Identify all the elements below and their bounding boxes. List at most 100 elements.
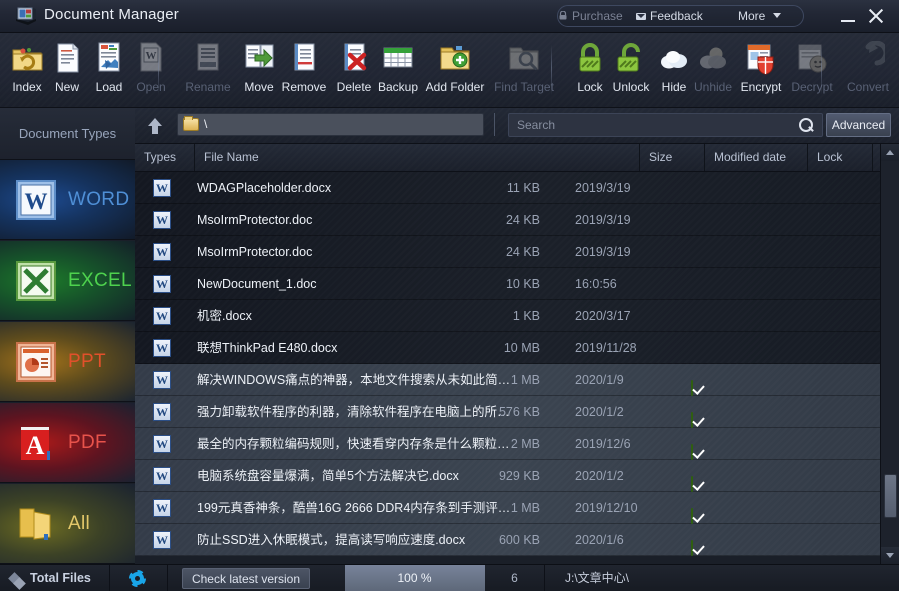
file-size-cell: 1 MB: [465, 364, 540, 396]
gear-icon[interactable]: [129, 570, 146, 587]
toolbar-separator: [158, 45, 159, 95]
scroll-up-button[interactable]: [881, 144, 899, 161]
open-word-icon: W: [134, 41, 168, 75]
more-menu-button[interactable]: More: [738, 9, 781, 23]
table-row[interactable]: 电脑系统盘容量爆满，简单5个方法解决它.docx929 KB2020/1/2: [135, 460, 880, 492]
search-icon[interactable]: [799, 118, 814, 133]
lock-closed-icon: [573, 41, 607, 75]
folder-icon: [183, 118, 199, 131]
column-header-lock[interactable]: Lock: [808, 144, 873, 171]
lock-status-cell: [691, 500, 693, 516]
decrypt-icon: [795, 41, 829, 75]
table-row[interactable]: MsoIrmProtector.doc24 KB2019/3/19: [135, 204, 880, 236]
sidebar-item-all[interactable]: All: [0, 484, 135, 564]
total-files-cell[interactable]: Total Files: [0, 565, 110, 591]
file-size-cell: 576 KB: [465, 396, 540, 428]
advanced-search-button[interactable]: Advanced: [826, 113, 891, 137]
sidebar-header: Document Types: [0, 108, 135, 160]
purchase-lock-icon: [559, 11, 567, 20]
sidebar-item-ppt[interactable]: PPT: [0, 322, 135, 402]
toolbar-button-decrypt[interactable]: Decrypt: [783, 38, 841, 104]
sidebar-item-pdf[interactable]: A PDF: [0, 403, 135, 483]
toolbar-label: Convert: [839, 80, 897, 94]
add-folder-icon: [438, 41, 472, 75]
table-row[interactable]: 防止SSD进入休眠模式，提高读写响应速度.docx600 KB2020/1/6: [135, 524, 880, 556]
settings-cell[interactable]: [110, 565, 168, 591]
file-count-cell: 6: [485, 565, 545, 591]
modified-date-cell: 2020/1/2: [575, 396, 624, 428]
svg-text:A: A: [26, 431, 45, 460]
column-header-file-name[interactable]: File Name: [195, 144, 640, 171]
address-bar[interactable]: \: [177, 113, 484, 136]
table-row[interactable]: 解决WINDOWS痛点的神器，本地文件搜索从未如此简…1 MB2020/1/9: [135, 364, 880, 396]
word-file-icon: [153, 307, 171, 325]
index-folder-icon: [10, 41, 44, 75]
check-latest-version-button[interactable]: Check latest version: [182, 568, 310, 589]
convert-arrow-icon: [851, 41, 885, 75]
toolbar-button-remove[interactable]: Remove: [277, 38, 331, 104]
sidebar-item-excel[interactable]: EXCEL: [0, 241, 135, 321]
toolbar-button-convert[interactable]: Convert: [839, 38, 897, 104]
vertical-scrollbar[interactable]: [880, 144, 899, 564]
toolbar-label: Find Target: [489, 80, 559, 94]
document-types-sidebar: Document Types W WORD EXCEL: [0, 108, 135, 564]
remove-icon: [287, 41, 321, 75]
delete-icon: [337, 41, 371, 75]
purchase-button[interactable]: Purchase: [572, 9, 623, 23]
modified-date-cell: 2019/3/19: [575, 236, 631, 268]
toolbar-divider: [494, 113, 495, 136]
table-row[interactable]: 199元真香神条，酷兽16G 2666 DDR4内存条到手测评…1 MB2019…: [135, 492, 880, 524]
toolbar-button-rename[interactable]: Rename: [178, 38, 238, 104]
toolbar-separator: [821, 45, 822, 95]
search-input[interactable]: [517, 118, 787, 132]
modified-date-cell: 2020/3/17: [575, 300, 631, 332]
column-header-types[interactable]: Types: [135, 144, 195, 171]
table-row[interactable]: MsoIrmProtector.doc24 KB2019/3/19: [135, 236, 880, 268]
load-document-icon: [92, 41, 126, 75]
sidebar-item-word[interactable]: W WORD: [0, 160, 135, 240]
word-file-icon: [153, 179, 171, 197]
navigate-up-button[interactable]: [143, 115, 167, 137]
table-row[interactable]: 强力卸载软件程序的利器，清除软件程序在电脑上的所…576 KB2020/1/2: [135, 396, 880, 428]
table-row[interactable]: WDAGPlaceholder.docx11 KB2019/3/19: [135, 172, 880, 204]
more-label: More: [738, 9, 765, 23]
current-path-cell: J:\文章中心\: [545, 565, 899, 591]
table-row[interactable]: 机密.docx1 KB2020/3/17: [135, 300, 880, 332]
pdf-icon: A: [14, 421, 58, 465]
toolbar-button-open[interactable]: W Open: [124, 38, 178, 104]
window-title: Document Manager: [44, 6, 179, 23]
file-size-cell: 24 KB: [465, 236, 540, 268]
file-size-cell: 929 KB: [465, 460, 540, 492]
word-file-icon: [153, 531, 171, 549]
move-icon: [242, 41, 276, 75]
column-header-size[interactable]: Size: [640, 144, 705, 171]
scroll-thumb[interactable]: [884, 474, 897, 518]
sidebar-item-label: PDF: [68, 432, 107, 454]
table-row[interactable]: 联想ThinkPad E480.docx10 MB2019/11/28: [135, 332, 880, 364]
scroll-down-button[interactable]: [881, 547, 899, 564]
modified-date-cell: 2019/3/19: [575, 204, 631, 236]
toolbar-button-encrypt[interactable]: Encrypt: [732, 38, 790, 104]
scroll-down-arrow-icon: [886, 553, 894, 558]
table-row[interactable]: NewDocument_1.doc10 KB16:0:56: [135, 268, 880, 300]
ppt-icon: [14, 340, 58, 384]
modified-date-cell: 2020/1/9: [575, 364, 624, 396]
lock-status-cell: [691, 404, 693, 420]
file-size-cell: 600 KB: [465, 524, 540, 556]
toolbar-button-find-target[interactable]: Find Target: [489, 38, 559, 104]
column-header-modified-date[interactable]: Modified date: [705, 144, 808, 171]
close-button[interactable]: [864, 4, 888, 28]
modified-date-cell: 16:0:56: [575, 268, 617, 300]
file-size-cell: 10 MB: [465, 332, 540, 364]
table-row[interactable]: 最全的内存颗粒编码规则，快速看穿内存条是什么颗粒…2 MB2019/12/6: [135, 428, 880, 460]
search-box[interactable]: [508, 113, 823, 137]
progress-bar: 100 %: [345, 565, 485, 591]
toolbar-button-backup[interactable]: Backup: [371, 38, 425, 104]
feedback-button[interactable]: Feedback: [650, 9, 703, 23]
minimize-button[interactable]: [836, 4, 860, 28]
toolbar-button-add-folder[interactable]: Add Folder: [419, 38, 491, 104]
word-file-icon: [153, 275, 171, 293]
modified-date-cell: 2020/1/6: [575, 524, 624, 556]
sidebar-item-label: WORD: [68, 189, 129, 211]
word-icon: W: [14, 178, 58, 222]
